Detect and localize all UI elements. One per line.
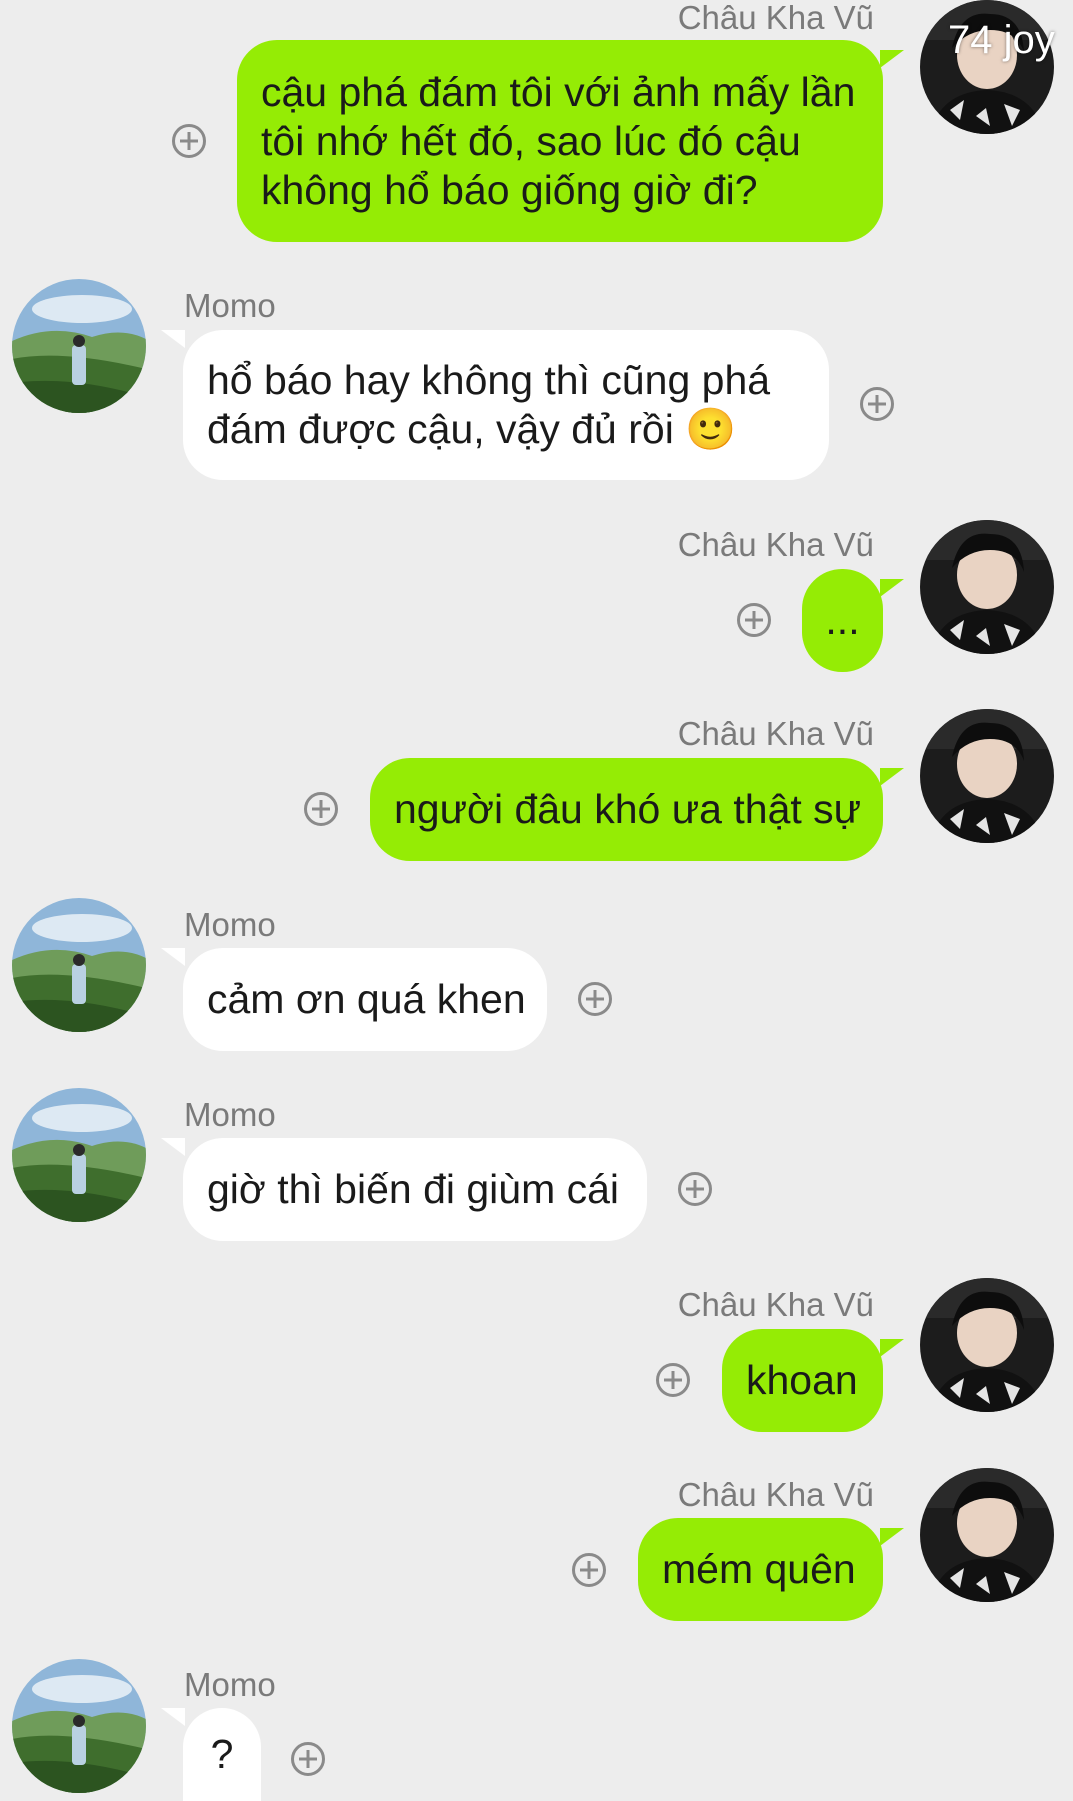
message-bubble[interactable]: hổ báo hay không thì cũng phá đám được c… [183,330,829,480]
sender-name: Momo [184,287,276,324]
avatar-self[interactable] [920,1468,1054,1602]
sender-name: Châu Kha Vũ [677,0,874,36]
message-bubble[interactable]: cảm ơn quá khen [183,948,547,1051]
plus-circle-icon[interactable] [572,1553,606,1587]
bubble-tail [161,1708,185,1726]
avatar-other[interactable] [12,1659,146,1793]
plus-circle-icon[interactable] [172,124,206,158]
watermark: 74 joy [948,18,1055,62]
sender-name: Momo [184,906,276,943]
sender-name: Châu Kha Vũ [677,715,874,752]
avatar-self[interactable] [920,709,1054,843]
message-bubble[interactable]: ... [802,569,883,672]
avatar-other[interactable] [12,898,146,1032]
sender-name: Momo [184,1666,276,1703]
bubble-tail [880,1339,904,1357]
plus-circle-icon[interactable] [860,387,894,421]
message-bubble[interactable]: giờ thì biến đi giùm cái [183,1138,647,1241]
bubble-tail [161,948,185,966]
message-bubble[interactable]: khoan [722,1329,883,1432]
person-avatar-icon [920,520,1054,654]
avatar-self[interactable] [920,520,1054,654]
sender-name: Châu Kha Vũ [677,1476,874,1513]
sender-name: Momo [184,1096,276,1133]
bubble-tail [880,768,904,786]
plus-circle-icon[interactable] [656,1363,690,1397]
landscape-avatar-icon [12,1088,146,1222]
plus-circle-icon[interactable] [578,982,612,1016]
person-avatar-icon [920,709,1054,843]
message-bubble[interactable]: mém quên [638,1518,883,1621]
message-bubble[interactable]: ? [183,1708,261,1801]
avatar-self[interactable] [920,1278,1054,1412]
landscape-avatar-icon [12,279,146,413]
message-bubble[interactable]: cậu phá đám tôi với ảnh mấy lần tôi nhớ … [237,40,883,242]
sender-name: Châu Kha Vũ [677,526,874,563]
plus-circle-icon[interactable] [678,1172,712,1206]
avatar-other[interactable] [12,279,146,413]
bubble-tail [880,50,904,68]
bubble-tail [880,579,904,597]
bubble-tail [161,330,185,348]
bubble-tail [161,1138,185,1156]
message-bubble[interactable]: người đâu khó ưa thật sự [370,758,883,861]
landscape-avatar-icon [12,1659,146,1793]
avatar-other[interactable] [12,1088,146,1222]
person-avatar-icon [920,1278,1054,1412]
plus-circle-icon[interactable] [737,603,771,637]
person-avatar-icon [920,1468,1054,1602]
plus-circle-icon[interactable] [304,792,338,826]
bubble-tail [880,1528,904,1546]
sender-name: Châu Kha Vũ [677,1286,874,1323]
landscape-avatar-icon [12,898,146,1032]
plus-circle-icon[interactable] [291,1742,325,1776]
